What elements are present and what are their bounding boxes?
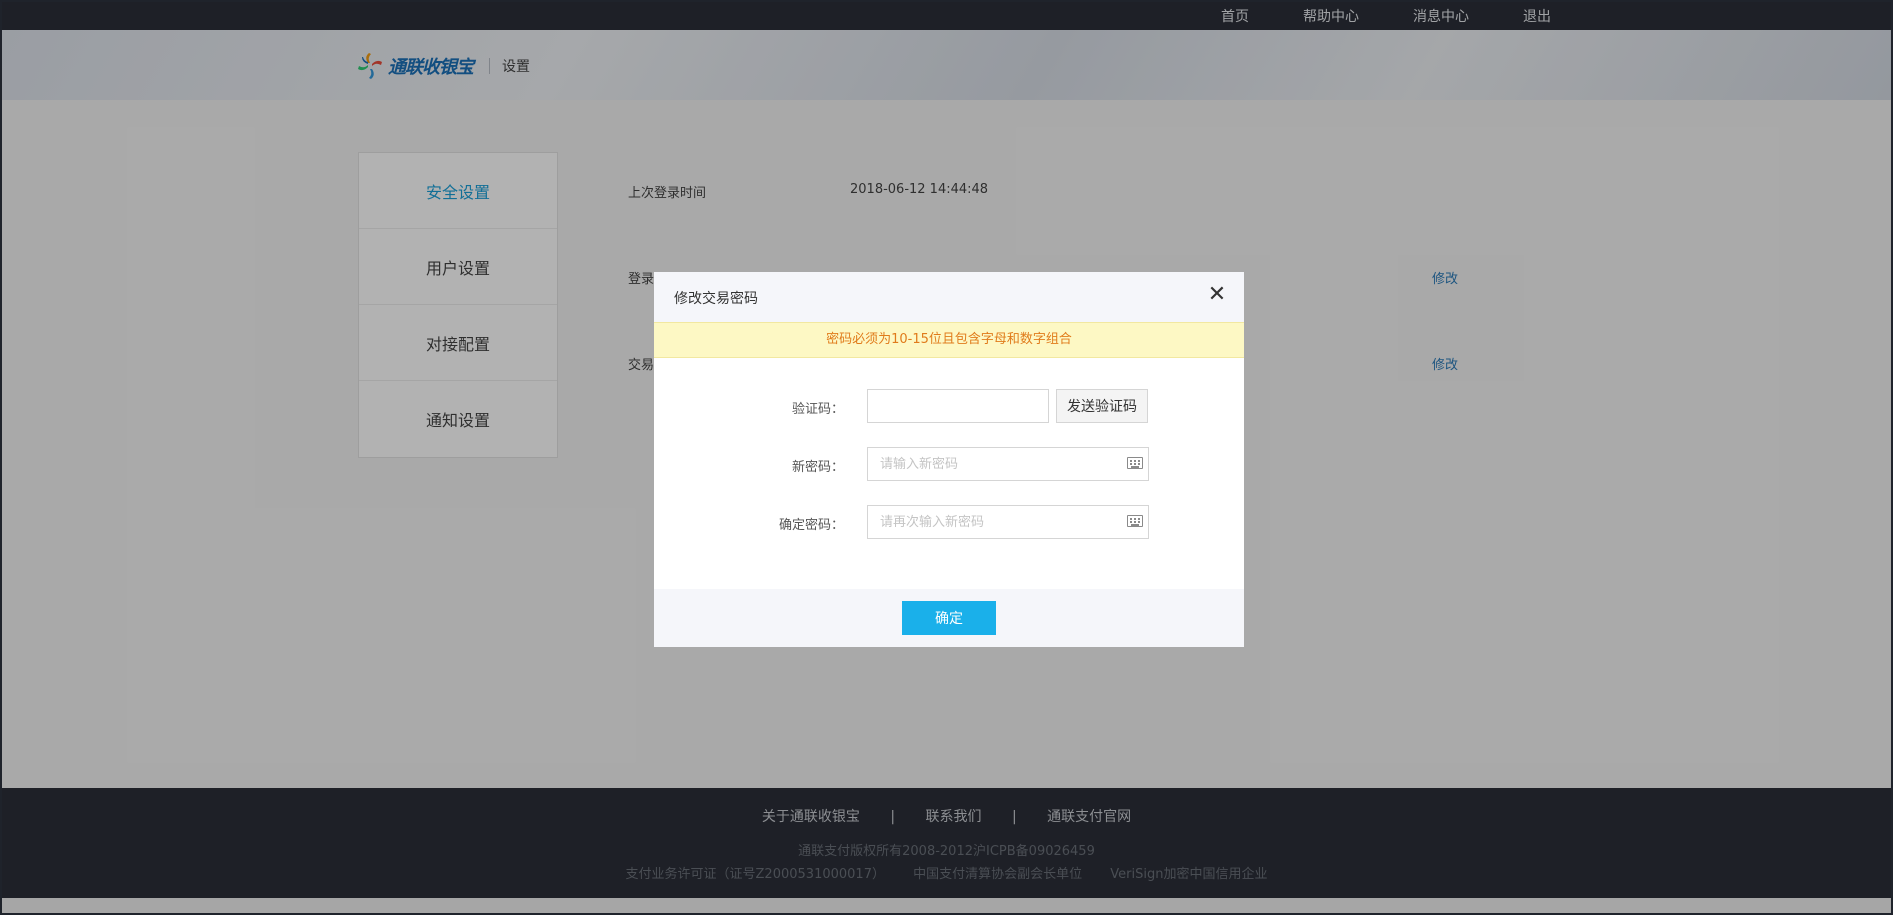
dialog-header: 修改交易密码 ✕ [654,272,1244,322]
confirm-password-input[interactable] [867,505,1149,539]
confirm-password-row: 确定密码： [654,505,1244,539]
new-password-row: 新密码： [654,447,1244,481]
keyboard-icon[interactable] [1127,515,1143,527]
dialog-footer: 确定 [654,589,1244,647]
keyboard-icon[interactable] [1127,457,1143,469]
new-password-input[interactable] [867,447,1149,481]
confirm-button[interactable]: 确定 [902,601,996,635]
verification-code-label: 验证码： [791,402,844,417]
confirm-password-label: 确定密码： [778,518,844,533]
change-trade-password-dialog: 修改交易密码 ✕ 密码必须为10-15位且包含字母和数字组合 验证码： 发送验证… [654,272,1244,647]
dialog-title: 修改交易密码 [674,291,758,307]
verification-code-row: 验证码： 发送验证码 [654,389,1244,423]
verification-code-input[interactable] [867,389,1049,423]
send-code-button[interactable]: 发送验证码 [1056,389,1148,423]
app-frame: 首页 帮助中心 消息中心 退出 通联收银宝 设置 安全设置 用户设置 对接配置 [0,0,1893,915]
close-icon[interactable]: ✕ [1206,284,1228,306]
password-rule-notice: 密码必须为10-15位且包含字母和数字组合 [654,322,1244,358]
new-password-label: 新密码： [791,460,844,475]
